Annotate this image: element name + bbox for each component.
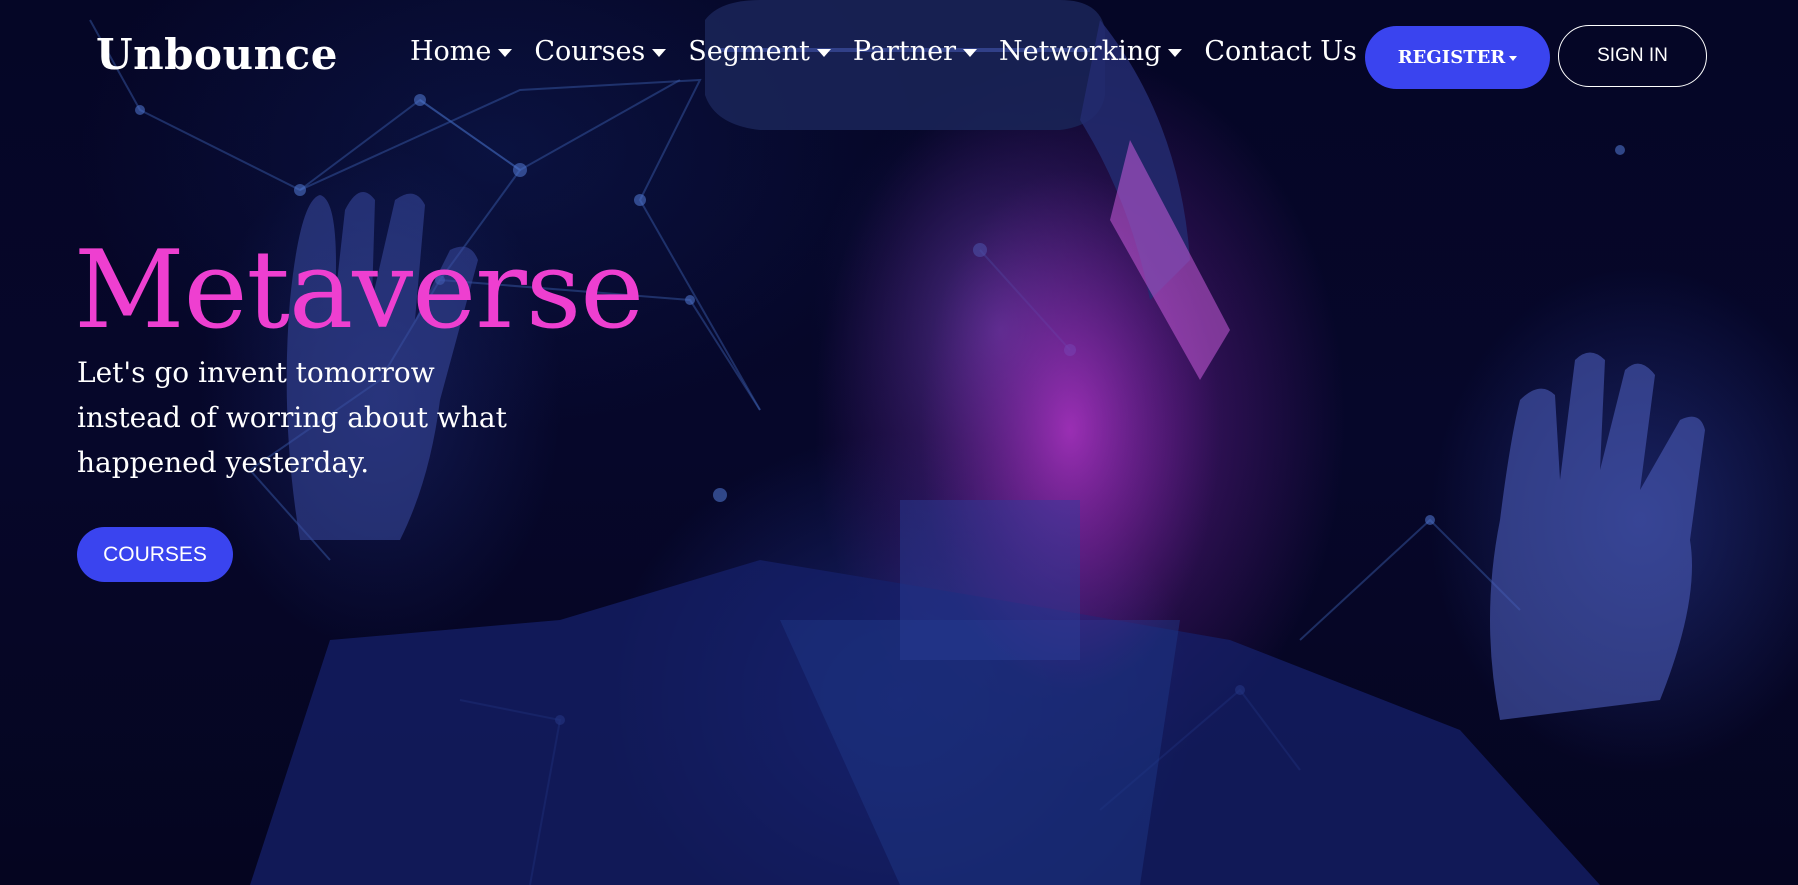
main-navigation: Home Courses Segment Partner Networking …: [410, 36, 1357, 67]
chevron-down-icon: [1509, 56, 1518, 61]
brand-logo[interactable]: Unbounce: [96, 30, 338, 79]
sign-in-button[interactable]: SIGN IN: [1558, 25, 1707, 87]
nav-item-label: Courses: [534, 36, 646, 67]
hero-title: Metaverse: [74, 228, 644, 353]
nav-item-label: Segment: [688, 36, 810, 67]
chevron-down-icon: [498, 48, 513, 57]
nav-item-courses[interactable]: Courses: [534, 36, 667, 67]
nav-item-networking[interactable]: Networking: [998, 36, 1183, 67]
hero-subtitle: Let's go invent tomorrow instead of worr…: [77, 356, 507, 479]
nav-item-contact-us[interactable]: Contact Us: [1204, 36, 1356, 67]
nav-item-label: Contact Us: [1204, 36, 1357, 67]
chevron-down-icon: [962, 48, 977, 57]
chevron-down-icon: [1168, 48, 1183, 57]
nav-item-label: Home: [410, 36, 492, 67]
register-button-label: REGISTER: [1397, 47, 1506, 68]
nav-item-partner[interactable]: Partner: [853, 36, 977, 67]
nav-item-label: Partner: [852, 36, 956, 67]
hero-section: Unbounce Home Courses Segment Partner Ne…: [0, 0, 1798, 885]
chevron-down-icon: [816, 48, 831, 57]
register-button[interactable]: REGISTER: [1365, 26, 1550, 89]
courses-button[interactable]: COURSES: [77, 527, 233, 582]
chevron-down-icon: [652, 48, 667, 57]
nav-item-segment[interactable]: Segment: [688, 36, 831, 67]
nav-item-home[interactable]: Home: [410, 36, 513, 67]
nav-item-label: Networking: [998, 36, 1162, 67]
